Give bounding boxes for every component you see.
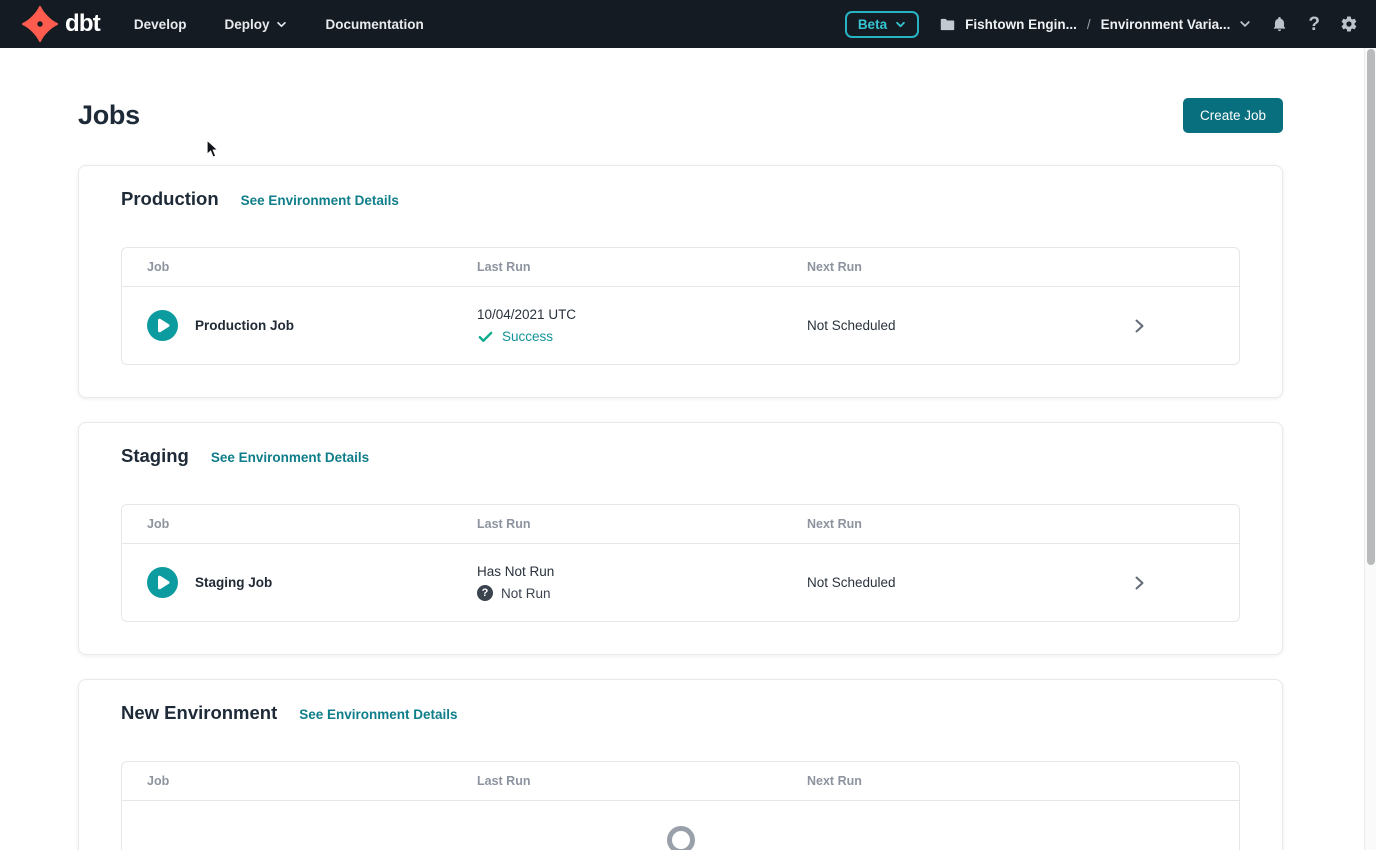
dbt-logo[interactable]: dbt (22, 6, 100, 42)
next-run-value: Not Scheduled (807, 318, 896, 333)
nav-documentation[interactable]: Documentation (325, 17, 423, 32)
empty-jobs-area (122, 801, 1239, 850)
table-header-row: Job Last Run Next Run (122, 248, 1239, 287)
play-icon (147, 567, 178, 598)
environment-card-staging: Staging See Environment Details Job Last… (78, 422, 1283, 655)
jobs-table: Job Last Run Next Run (121, 761, 1240, 850)
create-job-button[interactable]: Create Job (1183, 98, 1283, 133)
last-run-date: Has Not Run (477, 564, 782, 579)
table-header-row: Job Last Run Next Run (122, 505, 1239, 544)
page-scrollbar-track[interactable] (1364, 48, 1376, 850)
environment-card-production: Production See Environment Details Job L… (78, 165, 1283, 398)
column-header-next-run: Next Run (782, 260, 1239, 274)
jobs-table: Job Last Run Next Run Staging Job Has No… (121, 504, 1240, 622)
column-header-next-run: Next Run (782, 774, 1239, 788)
table-header-row: Job Last Run Next Run (122, 762, 1239, 801)
column-header-job: Job (122, 774, 452, 788)
environment-name: New Environment (121, 702, 277, 724)
see-environment-details-link[interactable]: See Environment Details (299, 707, 457, 722)
column-header-last-run: Last Run (452, 517, 782, 531)
top-nav: dbt Develop Deploy Documentation Beta (0, 0, 1376, 48)
dbt-logo-text: dbt (65, 10, 100, 38)
breadcrumb-account[interactable]: Fishtown Engin... (965, 17, 1077, 32)
settings-gear-icon[interactable] (1340, 15, 1358, 33)
jobs-table: Job Last Run Next Run Production Job 10/… (121, 247, 1240, 365)
breadcrumb-project[interactable]: Environment Varia... (1101, 17, 1231, 32)
empty-state-icon (666, 825, 696, 850)
main-content: Jobs Create Job Production See Environme… (78, 48, 1283, 850)
play-icon (147, 310, 178, 341)
page-title: Jobs (78, 100, 140, 131)
page-scrollbar-thumb[interactable] (1367, 49, 1375, 565)
nav-deploy[interactable]: Deploy (224, 17, 287, 32)
environment-card-new-environment: New Environment See Environment Details … (78, 679, 1283, 850)
job-row-staging-job[interactable]: Staging Job Has Not Run ? Not Run Not Sc… (122, 544, 1239, 621)
run-job-play-button[interactable] (147, 310, 178, 341)
folder-icon (939, 16, 956, 33)
chevron-down-icon (276, 19, 287, 30)
job-name: Production Job (195, 318, 294, 333)
column-header-job: Job (122, 260, 452, 274)
column-header-last-run: Last Run (452, 774, 782, 788)
beta-dropdown[interactable]: Beta (845, 11, 919, 38)
success-check-icon (477, 328, 494, 345)
chevron-down-icon (895, 19, 906, 30)
run-job-play-button[interactable] (147, 567, 178, 598)
environment-name: Staging (121, 445, 189, 467)
chevron-right-icon[interactable] (1131, 318, 1147, 334)
job-row-production-job[interactable]: Production Job 10/04/2021 UTC Success No… (122, 287, 1239, 364)
dbt-logo-icon (22, 6, 58, 42)
chevron-down-icon[interactable] (1239, 18, 1251, 30)
nav-develop[interactable]: Develop (134, 17, 187, 32)
primary-nav: Develop Deploy Documentation (134, 17, 424, 32)
help-icon[interactable]: ? (1308, 15, 1320, 34)
job-name: Staging Job (195, 575, 272, 590)
notifications-bell-icon[interactable] (1271, 15, 1288, 33)
see-environment-details-link[interactable]: See Environment Details (211, 450, 369, 465)
next-run-value: Not Scheduled (807, 575, 896, 590)
column-header-next-run: Next Run (782, 517, 1239, 531)
column-header-last-run: Last Run (452, 260, 782, 274)
chevron-right-icon[interactable] (1131, 575, 1147, 591)
see-environment-details-link[interactable]: See Environment Details (241, 193, 399, 208)
last-run-status: Success (477, 328, 782, 345)
breadcrumb[interactable]: Fishtown Engin... / Environment Varia... (939, 16, 1251, 33)
last-run-status: ? Not Run (477, 585, 782, 601)
breadcrumb-separator: / (1087, 17, 1091, 32)
column-header-job: Job (122, 517, 452, 531)
not-run-question-icon: ? (477, 585, 493, 601)
environment-name: Production (121, 188, 219, 210)
last-run-date: 10/04/2021 UTC (477, 307, 782, 322)
